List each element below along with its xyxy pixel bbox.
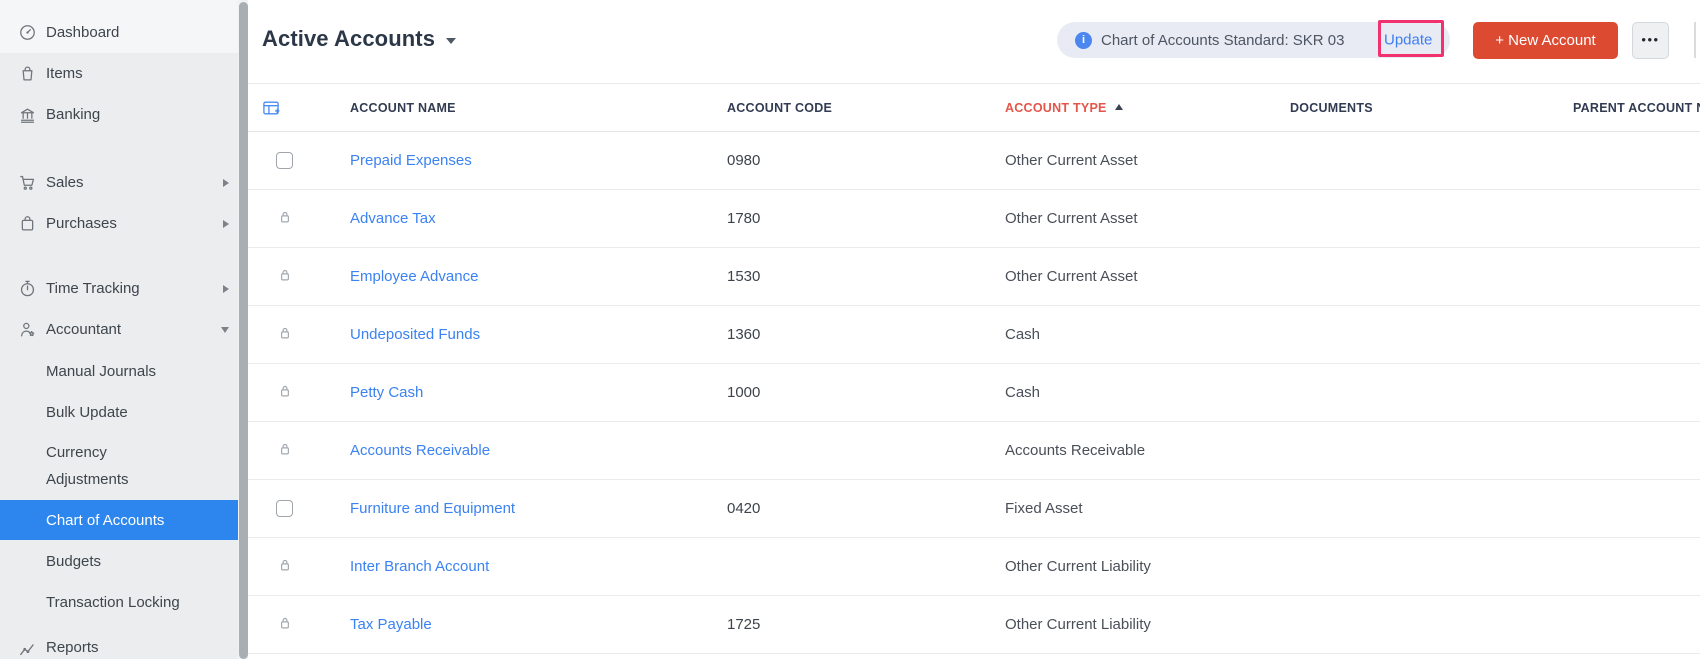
lock-icon bbox=[276, 440, 294, 462]
row-checkbox[interactable] bbox=[276, 500, 293, 517]
sidebar-item-budgets[interactable]: Budgets bbox=[0, 540, 238, 582]
sidebar-item-time-tracking[interactable]: Time Tracking bbox=[0, 268, 238, 309]
table-row: Furniture and Equipment 0420 Fixed Asset bbox=[248, 480, 1700, 538]
account-type: Other Current Asset bbox=[1005, 248, 1138, 305]
account-type: Cash bbox=[1005, 306, 1040, 363]
sidebar-item-items[interactable]: Items bbox=[0, 53, 238, 94]
sort-asc-icon bbox=[1115, 104, 1123, 110]
toolbar-edge-divider bbox=[1694, 22, 1696, 58]
account-code: 1360 bbox=[727, 306, 760, 363]
account-type: Other Current Asset bbox=[1005, 190, 1138, 247]
banking-icon bbox=[18, 106, 37, 125]
reports-icon bbox=[18, 639, 37, 658]
table-row: Accounts Receivable Accounts Receivable bbox=[248, 422, 1700, 480]
column-header-account-type[interactable]: ACCOUNT TYPE bbox=[1005, 84, 1123, 131]
account-type: Cash bbox=[1005, 364, 1040, 421]
sidebar-item-banking[interactable]: Banking bbox=[0, 94, 238, 136]
lock-icon bbox=[276, 556, 294, 578]
sidebar-item-bulk-update[interactable]: Bulk Update bbox=[0, 392, 238, 432]
table-row: Prepaid Expenses 0980 Other Current Asset bbox=[248, 132, 1700, 190]
table-row: Tax Payable 1725 Other Current Liability bbox=[248, 596, 1700, 654]
page-title: Active Accounts bbox=[262, 26, 435, 52]
notice-text: Chart of Accounts Standard: SKR 03 bbox=[1101, 32, 1344, 49]
table-row: Undeposited Funds 1360 Cash bbox=[248, 306, 1700, 364]
sidebar-item-accountant[interactable]: Accountant bbox=[0, 309, 238, 350]
column-header-documents[interactable]: DOCUMENTS bbox=[1290, 84, 1373, 131]
sidebar-item-chart-of-accounts[interactable]: Chart of Accounts bbox=[0, 500, 238, 540]
account-type: Other Current Asset bbox=[1005, 132, 1138, 189]
items-icon bbox=[18, 64, 37, 83]
account-code: 1000 bbox=[727, 364, 760, 421]
account-code: 1530 bbox=[727, 248, 760, 305]
sidebar-group-gap bbox=[0, 136, 238, 162]
sidebar-scrollbar-thumb[interactable] bbox=[239, 2, 248, 659]
table-row: Inter Branch Account Other Current Liabil… bbox=[248, 538, 1700, 596]
account-code: 1725 bbox=[727, 596, 760, 653]
account-name-link[interactable]: Inter Branch Account bbox=[350, 538, 489, 595]
time-tracking-icon bbox=[18, 279, 37, 298]
sidebar-item-reports[interactable]: Reports bbox=[0, 627, 238, 659]
info-icon: i bbox=[1075, 32, 1092, 49]
customize-columns-icon[interactable] bbox=[261, 98, 281, 118]
sidebar-scrollbar bbox=[238, 0, 248, 659]
column-header-parent-account[interactable]: PARENT ACCOUNT NAME bbox=[1573, 84, 1700, 131]
sidebar: DashboardItemsBanking SalesPurchases Time … bbox=[0, 0, 238, 659]
table-row: Petty Cash 1000 Cash bbox=[248, 364, 1700, 422]
lock-icon bbox=[276, 266, 294, 288]
account-name-link[interactable]: Tax Payable bbox=[350, 596, 432, 653]
lock-icon bbox=[276, 324, 294, 346]
main-content: Active Accounts i Chart of Accounts Stan… bbox=[248, 0, 1700, 659]
lock-icon bbox=[276, 614, 294, 636]
account-name-link[interactable]: Undeposited Funds bbox=[350, 306, 480, 363]
new-account-button[interactable]: + New Account bbox=[1473, 22, 1618, 59]
more-options-button[interactable]: ••• bbox=[1632, 22, 1669, 59]
chevron-down-icon bbox=[221, 327, 229, 333]
account-name-link[interactable]: Advance Tax bbox=[350, 190, 436, 247]
account-code: 1780 bbox=[727, 190, 760, 247]
chevron-right-icon bbox=[223, 220, 229, 228]
sidebar-item-purchases[interactable]: Purchases bbox=[0, 203, 238, 244]
update-link[interactable]: Update bbox=[1384, 32, 1432, 49]
chart-of-accounts-page: DashboardItemsBanking SalesPurchases Time … bbox=[0, 0, 1700, 659]
account-name-link[interactable]: Petty Cash bbox=[350, 364, 423, 421]
chevron-right-icon bbox=[223, 179, 229, 187]
sales-icon bbox=[18, 173, 37, 192]
account-name-link[interactable]: Furniture and Equipment bbox=[350, 480, 515, 537]
purchases-icon bbox=[18, 214, 37, 233]
dashboard-icon bbox=[18, 23, 37, 42]
account-type: Fixed Asset bbox=[1005, 480, 1083, 537]
sidebar-item-currency-adjustments[interactable]: Currency Adjustments bbox=[0, 432, 238, 500]
lock-icon bbox=[276, 208, 294, 230]
account-code: 0980 bbox=[727, 132, 760, 189]
table-row: Employee Advance 1530 Other Current Asset bbox=[248, 248, 1700, 306]
sidebar-top-strip bbox=[0, 0, 238, 12]
account-type: Other Current Liability bbox=[1005, 596, 1151, 653]
accounts-table: Prepaid Expenses0980Other Current AssetA… bbox=[248, 132, 1700, 654]
page-title-dropdown[interactable]: Active Accounts bbox=[262, 26, 456, 52]
lock-icon bbox=[276, 382, 294, 404]
table-header: ACCOUNT NAME ACCOUNT CODE ACCOUNT TYPE D… bbox=[248, 83, 1700, 132]
sidebar-item-dashboard[interactable]: Dashboard bbox=[0, 12, 238, 53]
account-name-link[interactable]: Employee Advance bbox=[350, 248, 478, 305]
table-row: Advance Tax 1780 Other Current Asset bbox=[248, 190, 1700, 248]
sidebar-group-gap bbox=[0, 244, 238, 268]
account-name-link[interactable]: Prepaid Expenses bbox=[350, 132, 472, 189]
column-header-account-code[interactable]: ACCOUNT CODE bbox=[727, 84, 832, 131]
account-name-link[interactable]: Accounts Receivable bbox=[350, 422, 490, 479]
account-code: 0420 bbox=[727, 480, 760, 537]
account-type: Accounts Receivable bbox=[1005, 422, 1145, 479]
sidebar-item-manual-journals[interactable]: Manual Journals bbox=[0, 350, 238, 392]
chevron-down-icon bbox=[446, 38, 456, 44]
account-type: Other Current Liability bbox=[1005, 538, 1151, 595]
column-header-account-name[interactable]: ACCOUNT NAME bbox=[350, 84, 456, 131]
sidebar-item-sales[interactable]: Sales bbox=[0, 162, 238, 203]
coa-standard-notice: i Chart of Accounts Standard: SKR 03 Upd… bbox=[1057, 22, 1450, 58]
accountant-icon bbox=[18, 320, 37, 339]
row-checkbox[interactable] bbox=[276, 152, 293, 169]
chevron-right-icon bbox=[223, 285, 229, 293]
sidebar-item-transaction-locking[interactable]: Transaction Locking bbox=[0, 582, 238, 622]
